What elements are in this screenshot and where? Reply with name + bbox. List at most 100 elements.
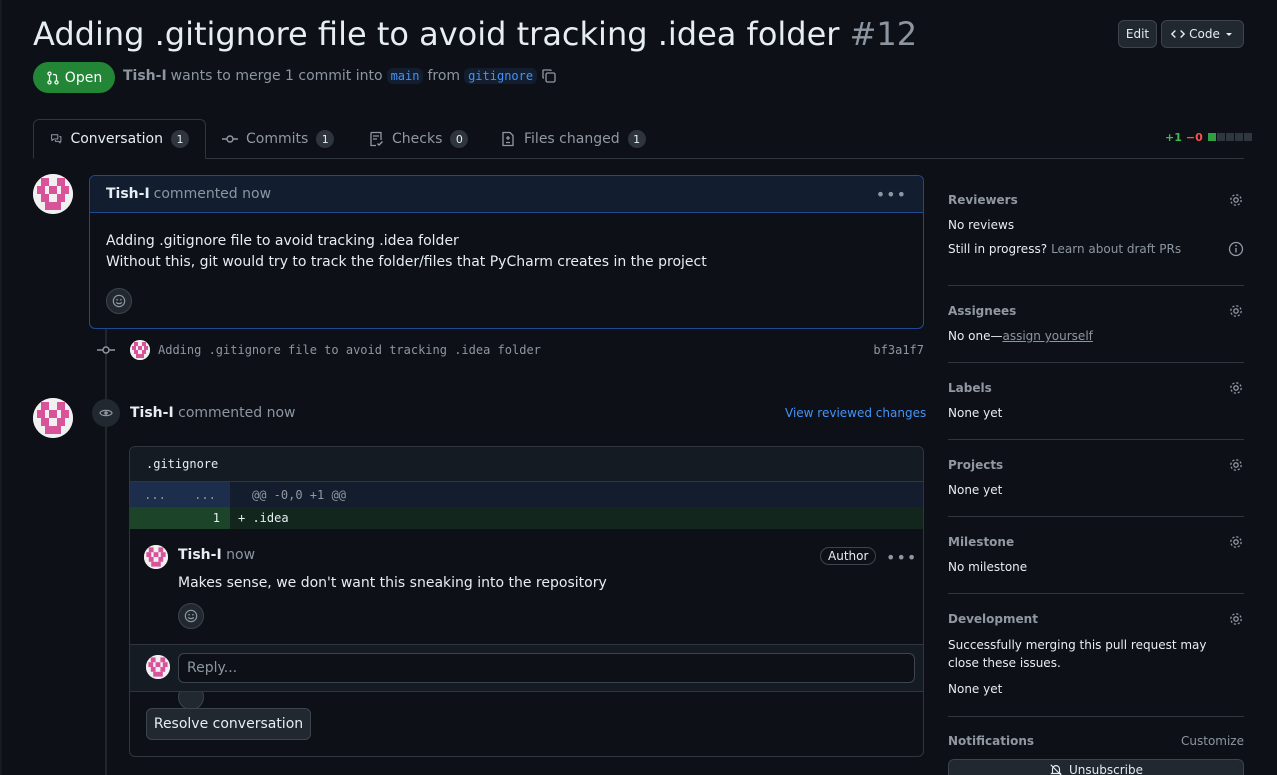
avatar[interactable] bbox=[33, 174, 73, 214]
comment-header: Tish-I commented now ••• bbox=[90, 176, 923, 213]
author-badge: Author bbox=[820, 547, 877, 565]
hunk-expand-left[interactable]: ... bbox=[144, 488, 166, 502]
gear-icon[interactable] bbox=[1228, 303, 1244, 319]
sidebar-value: None yet bbox=[948, 406, 1003, 420]
gear-icon[interactable] bbox=[1228, 611, 1244, 627]
info-icon[interactable] bbox=[1228, 241, 1244, 257]
head-branch[interactable]: gitignore bbox=[464, 68, 538, 84]
draft-link[interactable]: Learn about draft PRs bbox=[1051, 242, 1181, 256]
commit-message[interactable]: Adding .gitignore file to avoid tracking… bbox=[158, 343, 541, 357]
sidebar-title[interactable]: Reviewers bbox=[948, 193, 1018, 207]
diffstat-deletions: −0 bbox=[1185, 131, 1203, 144]
review-header: Tish-I commented now bbox=[130, 405, 295, 421]
review-comment-author[interactable]: Tish-I bbox=[178, 547, 222, 563]
tab-label: Conversation bbox=[70, 131, 163, 147]
tab-counter: 1 bbox=[316, 130, 335, 148]
copy-icon[interactable] bbox=[541, 68, 557, 84]
add-reaction-button[interactable] bbox=[178, 603, 204, 629]
diff-hunk-header: ... ... @@ -0,0 +1 @@ bbox=[130, 482, 923, 507]
sidebar-assignees: Assignees No one—assign yourself bbox=[948, 303, 1244, 343]
smiley-icon bbox=[184, 609, 198, 623]
tab-checks[interactable]: Checks 0 bbox=[352, 119, 484, 159]
gear-icon[interactable] bbox=[1228, 380, 1244, 396]
tab-counter: 0 bbox=[450, 130, 469, 148]
commit-icon bbox=[97, 346, 115, 354]
sidebar-title: Notifications bbox=[948, 734, 1035, 748]
sidebar-development: Development Successfully merging this pu… bbox=[948, 611, 1244, 696]
chevron-down-icon bbox=[1225, 33, 1232, 36]
review-action: commented now bbox=[178, 405, 296, 421]
gear-icon[interactable] bbox=[1228, 192, 1244, 208]
comment-author[interactable]: Tish-I bbox=[106, 186, 150, 202]
sidebar-title[interactable]: Assignees bbox=[948, 304, 1016, 318]
base-branch[interactable]: main bbox=[386, 68, 424, 84]
merge-text: wants to merge 1 commit into bbox=[170, 68, 383, 84]
hunk-gutter[interactable]: ... ... bbox=[130, 482, 230, 507]
checklist-icon bbox=[370, 131, 383, 147]
review-comment-body: Makes sense, we don't want this sneaking… bbox=[178, 575, 607, 591]
comment-line: Without this, git would try to track the… bbox=[106, 254, 707, 270]
tab-files-changed[interactable]: Files changed 1 bbox=[484, 119, 662, 159]
line-number[interactable]: 1 bbox=[130, 507, 230, 529]
pr-title: Adding .gitignore file to avoid tracking… bbox=[33, 15, 840, 53]
tab-conversation[interactable]: Conversation 1 bbox=[33, 119, 206, 159]
sidebar-divider bbox=[948, 285, 1244, 286]
timeline-line bbox=[105, 329, 107, 775]
tab-label: Files changed bbox=[524, 131, 620, 147]
sidebar-reviewers: Reviewers No reviews Still in progress? … bbox=[948, 192, 1244, 257]
sidebar-title[interactable]: Development bbox=[948, 612, 1038, 626]
sidebar-value: None yet bbox=[948, 483, 1003, 497]
commit-icon bbox=[222, 135, 238, 143]
eye-icon bbox=[92, 399, 120, 427]
commit-sha[interactable]: bf3a1f7 bbox=[873, 343, 924, 357]
code-button[interactable]: Code bbox=[1161, 20, 1244, 48]
avatar[interactable] bbox=[130, 340, 150, 360]
kebab-menu-icon[interactable]: ••• bbox=[876, 185, 907, 204]
gear-icon[interactable] bbox=[1228, 457, 1244, 473]
conversation-icon bbox=[51, 134, 62, 144]
status-label: Open bbox=[64, 69, 103, 86]
view-reviewed-changes-link[interactable]: View reviewed changes bbox=[785, 406, 926, 420]
sidebar-value: No one— bbox=[948, 329, 1003, 343]
tab-counter: 1 bbox=[627, 130, 646, 148]
unsubscribe-button[interactable]: Unsubscribe bbox=[948, 759, 1244, 775]
pr-author[interactable]: Tish-I bbox=[123, 68, 167, 84]
review-comment-time[interactable]: now bbox=[226, 547, 255, 563]
diff-added-line: 1 + .idea bbox=[130, 507, 923, 529]
from-text: from bbox=[427, 68, 461, 84]
file-name[interactable]: .gitignore bbox=[130, 447, 923, 482]
pull-request-icon bbox=[47, 70, 59, 85]
sidebar-milestone: Milestone No milestone bbox=[948, 534, 1244, 574]
sidebar-notifications: Notifications Customize bbox=[948, 734, 1244, 748]
sidebar-divider bbox=[948, 439, 1244, 440]
review-author[interactable]: Tish-I bbox=[130, 405, 174, 421]
gear-icon[interactable] bbox=[1228, 534, 1244, 550]
comment-action: commented now bbox=[153, 186, 272, 202]
sidebar-title[interactable]: Projects bbox=[948, 458, 1003, 472]
identicon-icon bbox=[130, 340, 150, 360]
status-badge: Open bbox=[33, 62, 115, 93]
tab-commits[interactable]: Commits 1 bbox=[206, 119, 350, 159]
sidebar-divider bbox=[948, 516, 1244, 517]
tab-label: Checks bbox=[392, 131, 443, 147]
avatar[interactable] bbox=[144, 545, 168, 569]
kebab-menu-icon[interactable]: ••• bbox=[886, 548, 917, 567]
review-comment-header: Tish-I now bbox=[178, 547, 255, 563]
edit-button[interactable]: Edit bbox=[1118, 20, 1157, 48]
resolve-conversation-button[interactable]: Resolve conversation bbox=[146, 708, 311, 740]
identicon-icon bbox=[33, 174, 73, 214]
customize-link[interactable]: Customize bbox=[1181, 734, 1244, 748]
development-description: Successfully merging this pull request m… bbox=[948, 638, 1207, 670]
sidebar-title[interactable]: Labels bbox=[948, 381, 992, 395]
resolve-area: Resolve conversation bbox=[130, 692, 923, 752]
code-icon bbox=[1171, 30, 1186, 38]
add-reaction-button[interactable] bbox=[106, 288, 132, 314]
identicon-icon bbox=[146, 655, 170, 679]
sidebar-title[interactable]: Milestone bbox=[948, 535, 1014, 549]
assign-yourself-link[interactable]: assign yourself bbox=[1002, 329, 1092, 343]
hunk-expand-right[interactable]: ... bbox=[194, 488, 216, 502]
review-comment: Tish-I now Author ••• Makes sense, we do… bbox=[130, 529, 923, 710]
reply-input[interactable]: Reply... bbox=[178, 653, 915, 683]
hunk-text: @@ -0,0 +1 @@ bbox=[252, 487, 346, 502]
avatar[interactable] bbox=[33, 398, 73, 438]
